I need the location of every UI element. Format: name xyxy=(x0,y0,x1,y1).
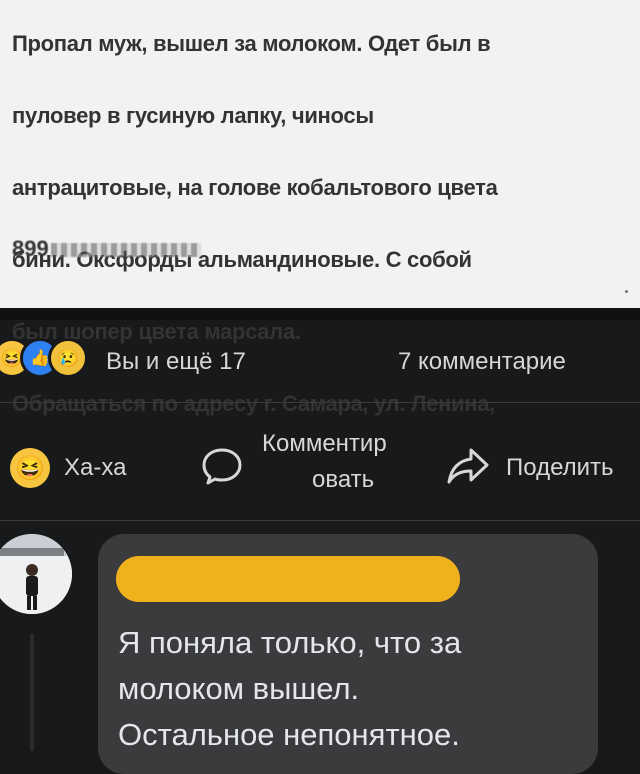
avatar[interactable] xyxy=(0,534,72,614)
comment-icon xyxy=(202,448,242,485)
comments-count[interactable]: 7 комментарие xyxy=(398,348,566,376)
comment: Я поняла только, что за молоком вышел. О… xyxy=(0,524,640,774)
phone-visible: 899 xyxy=(12,236,49,261)
avatar-photo xyxy=(0,534,72,614)
post-dot xyxy=(625,290,628,293)
haha-icon: 😆 xyxy=(10,448,50,488)
comment-line: молоком вышел. xyxy=(118,671,360,706)
divider xyxy=(0,402,640,403)
post-content: Пропал муж, вышел за молоком. Одет был в… xyxy=(0,0,640,416)
post-line: Пропал муж, вышел за молоком. Одет был в xyxy=(12,31,491,56)
thread-line xyxy=(30,634,34,751)
phone-blurred xyxy=(50,243,201,258)
divider xyxy=(0,520,640,521)
post-line: антрацитовые, на голове кобальтового цве… xyxy=(12,175,498,200)
share-label: Поделить xyxy=(506,454,614,481)
action-bar: 😆 Ха-ха Комментир овать Поделить xyxy=(0,412,640,512)
share-icon xyxy=(447,448,489,484)
post-phone: 899 xyxy=(12,236,201,262)
haha-label: Ха-ха xyxy=(64,454,127,481)
author-name-redacted xyxy=(116,556,460,602)
post-line: пуловер в гусиную лапку, чиносы xyxy=(12,103,374,128)
sad-icon: 😢 xyxy=(48,338,88,378)
post-bottom-edge xyxy=(0,308,640,320)
reactions-count[interactable]: Вы и ещё 17 xyxy=(106,348,246,376)
comment-line: Я поняла только, что за xyxy=(118,625,462,660)
reaction-icons: 😆 👍 😢 xyxy=(0,338,92,378)
reactions-summary[interactable]: 😆 👍 😢 Вы и ещё 17 7 комментарие xyxy=(0,330,640,388)
post-text: Пропал муж, вышел за молоком. Одет был в… xyxy=(12,0,622,458)
comment-label: Комментир овать xyxy=(262,426,387,498)
comment-line: Остальное непонятное. xyxy=(118,717,460,752)
comment-bubble[interactable]: Я поняла только, что за молоком вышел. О… xyxy=(98,534,598,774)
comment-text: Я поняла только, что за молоком вышел. О… xyxy=(118,620,588,758)
comment-label-line1: Комментир xyxy=(262,430,387,457)
comment-label-line2: овать xyxy=(312,466,375,493)
